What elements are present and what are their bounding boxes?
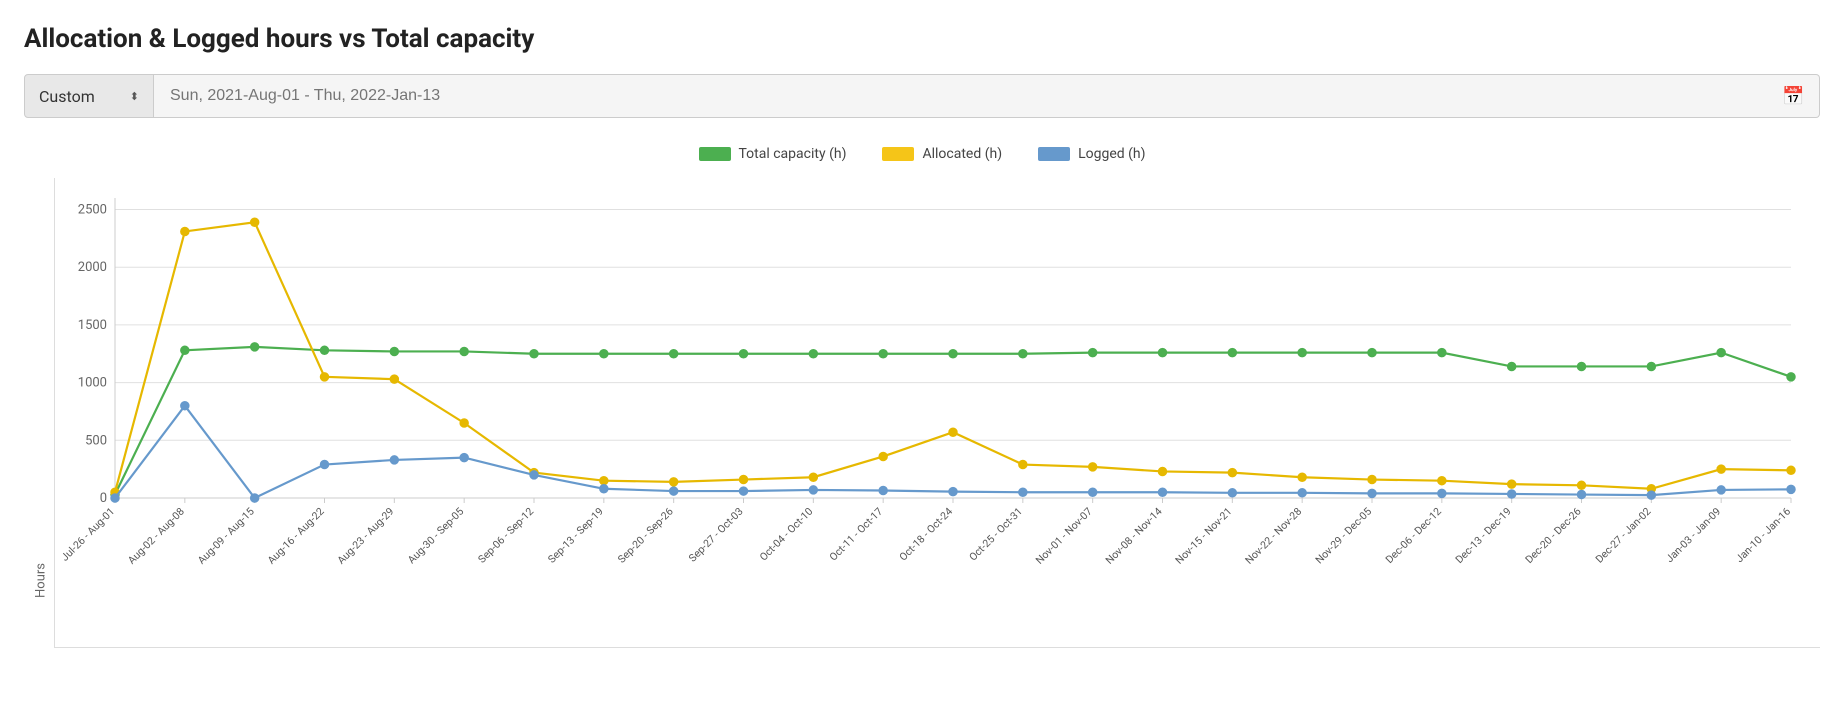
svg-text:Dec-20 - Dec-26: Dec-20 - Dec-26 <box>1523 505 1584 566</box>
page-title: Allocation & Logged hours vs Total capac… <box>24 24 1820 54</box>
legend-swatch-0 <box>699 147 731 161</box>
svg-text:Dec-06 - Dec-12: Dec-06 - Dec-12 <box>1383 505 1444 566</box>
svg-text:Oct-04 - Oct-10: Oct-04 - Oct-10 <box>757 505 816 564</box>
svg-text:Nov-01 - Nov-07: Nov-01 - Nov-07 <box>1033 505 1095 567</box>
svg-text:Aug-02 - Aug-08: Aug-02 - Aug-08 <box>125 505 187 567</box>
svg-text:Sep-06 - Sep-12: Sep-06 - Sep-12 <box>475 505 536 566</box>
svg-text:Nov-22 - Nov-28: Nov-22 - Nov-28 <box>1242 505 1304 567</box>
svg-text:Nov-29 - Dec-05: Nov-29 - Dec-05 <box>1313 505 1375 567</box>
svg-text:Aug-09 - Aug-15: Aug-09 - Aug-15 <box>195 505 257 567</box>
svg-text:0: 0 <box>100 491 107 506</box>
svg-text:2000: 2000 <box>78 260 107 275</box>
legend-item-1: Allocated (h) <box>882 146 1002 162</box>
svg-text:Dec-27 - Jan-02: Dec-27 - Jan-02 <box>1593 505 1654 566</box>
period-select-label: Custom <box>39 87 95 106</box>
svg-text:Sep-13 - Sep-19: Sep-13 - Sep-19 <box>545 505 606 566</box>
svg-text:2500: 2500 <box>78 203 107 218</box>
legend-label-0: Total capacity (h) <box>739 146 847 162</box>
svg-text:Oct-25 - Oct-31: Oct-25 - Oct-31 <box>966 505 1025 564</box>
svg-text:Sep-20 - Sep-26: Sep-20 - Sep-26 <box>615 505 676 566</box>
legend-swatch-2 <box>1038 147 1070 161</box>
svg-text:Nov-15 - Nov-21: Nov-15 - Nov-21 <box>1173 505 1235 567</box>
date-range-input[interactable] <box>154 74 1768 118</box>
chart-container: Total capacity (h) Allocated (h) Logged … <box>24 146 1820 626</box>
legend-label-2: Logged (h) <box>1078 146 1145 162</box>
svg-text:Oct-11 - Oct-17: Oct-11 - Oct-17 <box>827 505 886 564</box>
chart-svg: 05001000150020002500 Jul-26 - Aug-01Aug-… <box>55 178 1821 628</box>
svg-text:Aug-23 - Aug-29: Aug-23 - Aug-29 <box>335 505 397 567</box>
chart-inner: 05001000150020002500 Jul-26 - Aug-01Aug-… <box>54 178 1820 648</box>
svg-text:Sep-27 - Oct-03: Sep-27 - Oct-03 <box>686 505 746 565</box>
select-arrows-icon: ⬍ <box>130 90 139 103</box>
svg-text:Jan-10 - Jan-16: Jan-10 - Jan-16 <box>1733 505 1793 565</box>
svg-text:Nov-08 - Nov-14: Nov-08 - Nov-14 <box>1103 505 1165 567</box>
svg-text:Aug-30 - Sep-05: Aug-30 - Sep-05 <box>405 505 466 566</box>
legend-item-2: Logged (h) <box>1038 146 1145 162</box>
svg-text:Jul-26 - Aug-01: Jul-26 - Aug-01 <box>58 505 117 564</box>
controls-bar: Custom ⬍ 📅 <box>24 74 1820 118</box>
chart-legend: Total capacity (h) Allocated (h) Logged … <box>24 146 1820 162</box>
legend-item-0: Total capacity (h) <box>699 146 847 162</box>
legend-swatch-1 <box>882 147 914 161</box>
legend-label-1: Allocated (h) <box>922 146 1002 162</box>
chart-area: Hours 0 500 1000 1500 2000 2500 Jul-26 - Aug-… <box>24 178 1820 598</box>
svg-text:1000: 1000 <box>78 376 107 391</box>
period-select[interactable]: Custom ⬍ <box>24 74 154 118</box>
svg-text:Oct-18 - Oct-24: Oct-18 - Oct-24 <box>897 505 956 564</box>
calendar-button[interactable]: 📅 <box>1768 74 1820 118</box>
svg-text:Jan-03 - Jan-09: Jan-03 - Jan-09 <box>1663 505 1723 565</box>
svg-text:Dec-13 - Dec-19: Dec-13 - Dec-19 <box>1453 505 1514 566</box>
svg-text:1500: 1500 <box>78 318 107 333</box>
calendar-icon: 📅 <box>1782 86 1804 107</box>
svg-text:500: 500 <box>85 433 107 448</box>
y-axis-label: Hours <box>24 178 54 598</box>
svg-text:Aug-16 - Aug-22: Aug-16 - Aug-22 <box>265 505 327 567</box>
